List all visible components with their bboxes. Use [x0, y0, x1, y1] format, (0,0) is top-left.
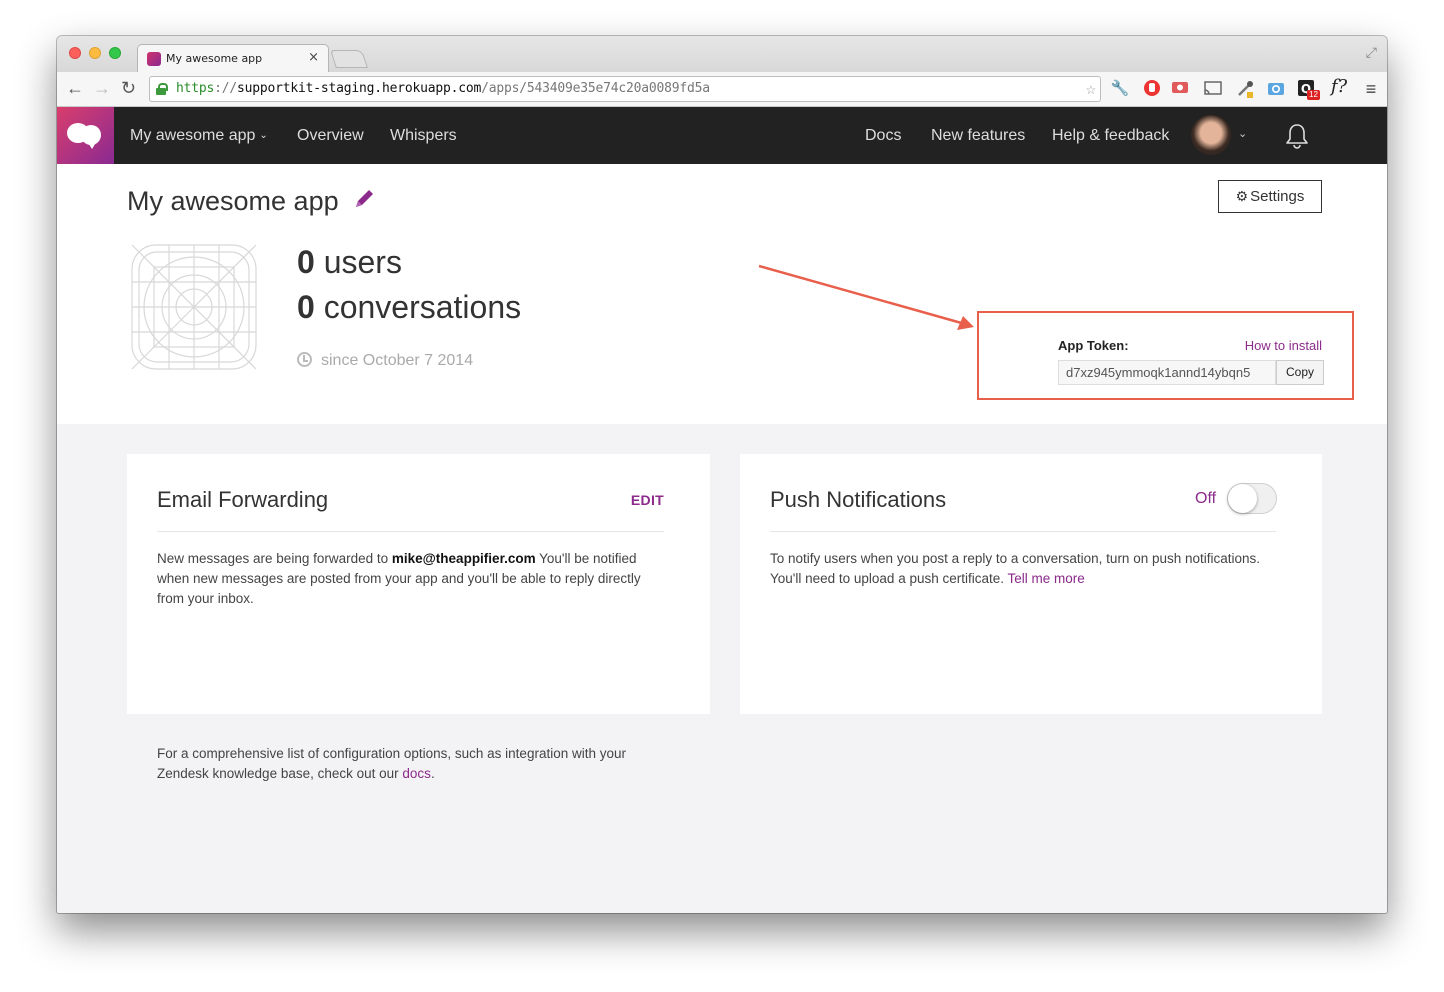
tab-close-icon[interactable]: × — [308, 50, 319, 65]
app-icon-placeholder — [131, 244, 257, 370]
created-date: since October 7 2014 — [297, 352, 473, 370]
settings-button[interactable]: ⚙ Settings — [1218, 180, 1322, 213]
conversations-count: 0 conversations — [297, 289, 522, 325]
nav-whispers[interactable]: Whispers — [390, 127, 457, 145]
card-title: Push Notifications — [770, 487, 947, 512]
clock-icon — [297, 352, 312, 367]
nav-docs[interactable]: Docs — [865, 127, 901, 145]
toggle-knob[interactable] — [1228, 484, 1257, 513]
app-token-panel: App Token: How to install d7xz945ymmoqk1… — [977, 311, 1354, 400]
app-token-label: App Token: — [1058, 338, 1129, 353]
tab-strip: My awesome app × ⤢ — [57, 36, 1387, 72]
page-title: My awesome app — [127, 186, 339, 216]
avatar[interactable] — [1191, 115, 1231, 155]
browser-toolbar: ← → ↻ https://supportkit-staging.herokua… — [57, 72, 1387, 107]
nav-help-feedback[interactable]: Help & feedback — [1052, 127, 1169, 145]
cast-icon[interactable] — [1203, 79, 1223, 99]
toggle-state-label: Off — [1195, 490, 1217, 507]
nav-overview[interactable]: Overview — [297, 127, 364, 145]
tab-title: My awesome app — [166, 52, 263, 65]
how-to-install-link[interactable]: How to install — [1245, 338, 1322, 353]
reload-icon[interactable]: ↻ — [121, 78, 136, 99]
divider — [157, 531, 664, 532]
extension-badge-icon[interactable]: Q 12 — [1297, 79, 1320, 100]
app-navbar: My awesome app ⌄ Overview Whispers Docs N… — [57, 107, 1387, 164]
address-bar[interactable]: https://supportkit-staging.herokuapp.com… — [149, 76, 1101, 102]
app-token-field[interactable]: d7xz945ymmoqk1annd14ybqn5 — [1058, 360, 1276, 385]
footer-note: For a comprehensive list of configuratio… — [157, 746, 626, 781]
browser-window: My awesome app × ⤢ ← → ↻ https://support… — [57, 36, 1387, 913]
close-window-button[interactable] — [69, 47, 81, 59]
favicon-icon — [147, 52, 161, 66]
card-title: Email Forwarding — [157, 487, 329, 512]
extension-badge-count: 12 — [1307, 90, 1320, 100]
push-notifications-card: Push Notifications Off To notify users w… — [740, 454, 1322, 714]
app-summary: My awesome app ⚙ Settings 0 users 0 conv… — [57, 164, 1387, 424]
push-notifications-toggle[interactable] — [1227, 483, 1277, 514]
divider — [770, 531, 1276, 532]
logo-tail-icon — [87, 141, 97, 149]
gear-icon: ⚙ — [1235, 188, 1249, 204]
bookmark-star-icon[interactable]: ☆ — [1086, 77, 1096, 101]
fullscreen-icon[interactable]: ⤢ — [1366, 44, 1377, 61]
nav-new-features[interactable]: New features — [931, 127, 1025, 145]
pencil-icon[interactable] — [353, 188, 375, 210]
tell-me-more-link[interactable]: Tell me more — [1008, 571, 1085, 586]
brand-logo[interactable] — [57, 107, 114, 164]
zoom-window-button[interactable] — [109, 47, 121, 59]
eyedropper-icon[interactable] — [1235, 79, 1255, 99]
camera-icon[interactable] — [1266, 79, 1286, 99]
email-forwarding-card: Email Forwarding EDIT New messages are b… — [127, 454, 710, 714]
new-tab-button[interactable] — [330, 50, 368, 68]
chevron-down-icon[interactable]: ⌄ — [1238, 127, 1247, 140]
minimize-window-button[interactable] — [89, 47, 101, 59]
copy-token-button[interactable]: Copy — [1276, 360, 1324, 385]
lock-icon — [156, 83, 168, 95]
docs-link[interactable]: docs — [402, 766, 431, 781]
email-forwarding-text: New messages are being forwarded to mike… — [157, 551, 641, 606]
font-finder-icon[interactable]: f? — [1329, 76, 1349, 97]
chevron-down-icon: ⌄ — [259, 130, 268, 141]
bell-icon[interactable] — [1285, 123, 1309, 149]
edit-email-link[interactable]: EDIT — [631, 492, 664, 508]
url-text: https://supportkit-staging.herokuapp.com… — [176, 81, 710, 96]
users-count: 0 users — [297, 244, 402, 280]
menu-hamburger-icon[interactable]: ≡ — [1361, 79, 1381, 99]
wrench-icon[interactable]: 🔧 — [1110, 79, 1130, 99]
back-arrow-icon[interactable]: ← — [66, 78, 84, 99]
forwarding-email: mike@theappifier.com — [391, 551, 536, 566]
hand-stop-icon[interactable] — [1142, 79, 1162, 99]
push-notifications-text: To notify users when you post a reply to… — [770, 551, 1261, 586]
screen-record-icon[interactable] — [1171, 79, 1191, 99]
app-switcher-menu[interactable]: My awesome app ⌄ — [130, 127, 268, 145]
browser-tab[interactable]: My awesome app × — [137, 44, 329, 72]
forward-arrow-icon[interactable]: → — [93, 78, 111, 99]
